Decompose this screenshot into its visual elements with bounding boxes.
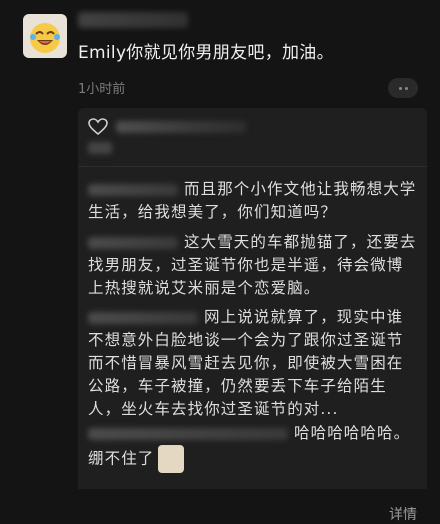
post-timestamp: 1小时前	[78, 82, 126, 97]
comment-item[interactable]: 而且那个小作文他让我畅想大学生活，给我想美了，你们知道吗？	[88, 178, 418, 224]
comment-text-line2: 绷不住了	[88, 449, 155, 468]
liked-by-blurred-2	[88, 142, 112, 154]
dot-icon	[398, 86, 402, 90]
comment-item[interactable]: 哈哈哈哈哈哈。 绷不住了	[88, 422, 418, 473]
laughing-emoji-icon	[30, 23, 60, 53]
comment-author-blurred[interactable]	[88, 311, 198, 324]
expand-details-link[interactable]: 详情	[389, 504, 417, 524]
divider	[78, 166, 427, 167]
comment-item[interactable]: 这大雪天的车都抛锚了，还要去找男朋友，过圣诞节你也是半遥，待会微博上热搜就说艾米…	[88, 231, 418, 300]
comment-author-blurred[interactable]	[88, 236, 178, 249]
more-options-button[interactable]	[388, 78, 418, 98]
comment-author-blurred[interactable]	[88, 427, 288, 440]
avatar[interactable]	[23, 14, 67, 58]
dot-icon	[404, 86, 408, 90]
likes-row	[88, 116, 246, 138]
post-text: Emily你就见你男朋友吧，加油。	[78, 43, 334, 63]
comment-text: 哈哈哈哈哈哈。	[294, 424, 411, 442]
heart-icon[interactable]	[88, 118, 108, 136]
comments-panel: 而且那个小作文他让我畅想大学生活，给我想美了，你们知道吗？ 这大雪天的车都抛锚了…	[78, 108, 427, 523]
liked-by-blurred	[116, 121, 246, 133]
username-blurred[interactable]	[78, 12, 188, 28]
sticker-image	[158, 445, 185, 473]
comment-author-blurred[interactable]	[88, 183, 178, 196]
comment-text: 网上说说就算了，现实中谁不想意外白脸地谈一个会为了跟你过圣诞节而不惜冒暴风雪赶去…	[88, 308, 404, 418]
comment-item[interactable]: 网上说说就算了，现实中谁不想意外白脸地谈一个会为了跟你过圣诞节而不惜冒暴风雪赶去…	[88, 306, 418, 421]
